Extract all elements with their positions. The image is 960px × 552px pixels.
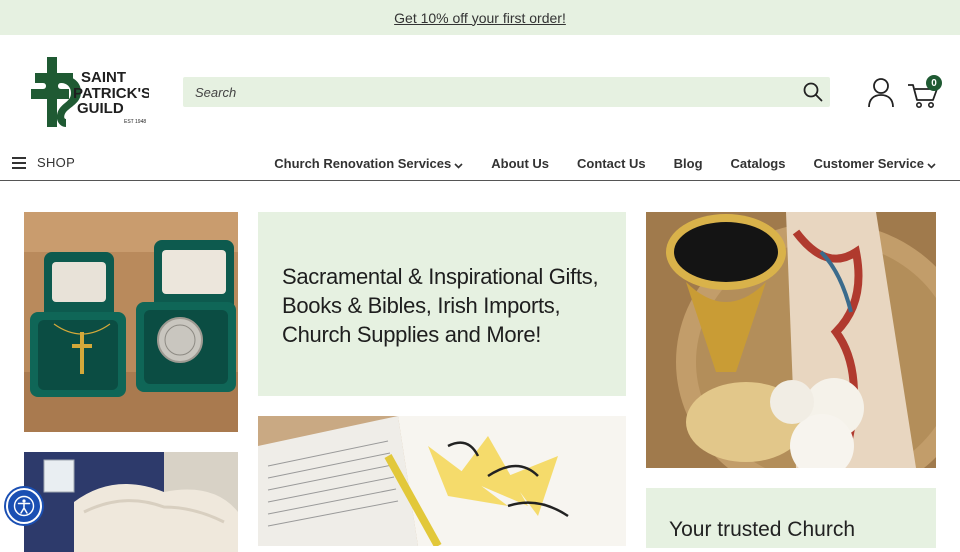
nav-item-label: Customer Service: [813, 156, 924, 171]
trusted-heading: Your trusted Church: [669, 518, 855, 541]
account-button[interactable]: [866, 77, 896, 109]
account-icon: [868, 78, 894, 108]
accessibility-button[interactable]: [6, 488, 42, 524]
search-input[interactable]: [183, 77, 796, 107]
site-header: SAINT PATRICK'S GUILD EST 1948 0: [0, 35, 960, 147]
nav-item-customer-service[interactable]: Customer Service: [813, 156, 936, 171]
nav-item-contact-us[interactable]: Contact Us: [577, 156, 646, 171]
main-nav: SHOP Church Renovation Services About Us…: [0, 147, 960, 181]
sweaters-image: [24, 452, 238, 552]
nav-item-label: About Us: [491, 156, 550, 171]
cart-count-badge: 0: [926, 75, 942, 91]
church-supplies-image[interactable]: [646, 212, 936, 468]
shop-label: SHOP: [37, 155, 76, 170]
books-bibles-image[interactable]: [258, 416, 626, 546]
hamburger-icon: [12, 156, 26, 169]
accessibility-icon: [13, 495, 35, 517]
trusted-panel: Your trusted Church: [646, 488, 936, 548]
logo-est: EST 1948: [124, 119, 146, 125]
promo-link[interactable]: Get 10% off your first order!: [394, 10, 566, 26]
search-button[interactable]: [796, 77, 830, 107]
hero-heading: Sacramental & Inspirational Gifts, Books…: [282, 264, 599, 347]
irish-sweaters-image[interactable]: [24, 452, 238, 552]
hero-text-panel: Sacramental & Inspirational Gifts, Books…: [258, 212, 626, 396]
bible-image: [258, 416, 626, 546]
chevron-down-icon: [454, 162, 463, 169]
promo-bar: Get 10% off your first order!: [0, 0, 960, 35]
jewelry-image: [24, 212, 238, 432]
nav-item-label: Church Renovation Services: [274, 156, 452, 171]
search-icon: [803, 82, 823, 102]
shop-menu-button[interactable]: SHOP: [12, 155, 75, 170]
saint-patricks-guild-logo[interactable]: SAINT PATRICK'S GUILD EST 1948: [27, 55, 149, 129]
search-bar: [183, 77, 830, 107]
nav-links: Church Renovation Services About Us Cont…: [274, 156, 936, 171]
nav-item-blog[interactable]: Blog: [674, 156, 703, 171]
logo-text-line3: GUILD: [77, 100, 124, 117]
nav-item-label: Catalogs: [730, 156, 786, 171]
nav-item-about-us[interactable]: About Us: [491, 156, 549, 171]
chevron-down-icon: [927, 162, 936, 169]
nav-item-church-renovation-services[interactable]: Church Renovation Services: [274, 156, 463, 171]
jewelry-gifts-image[interactable]: [24, 212, 238, 432]
logo-text-line1: SAINT: [81, 69, 126, 86]
nav-item-catalogs[interactable]: Catalogs: [731, 156, 786, 171]
chalice-image: [646, 212, 936, 468]
nav-item-label: Contact Us: [577, 156, 646, 171]
nav-item-label: Blog: [673, 156, 703, 171]
